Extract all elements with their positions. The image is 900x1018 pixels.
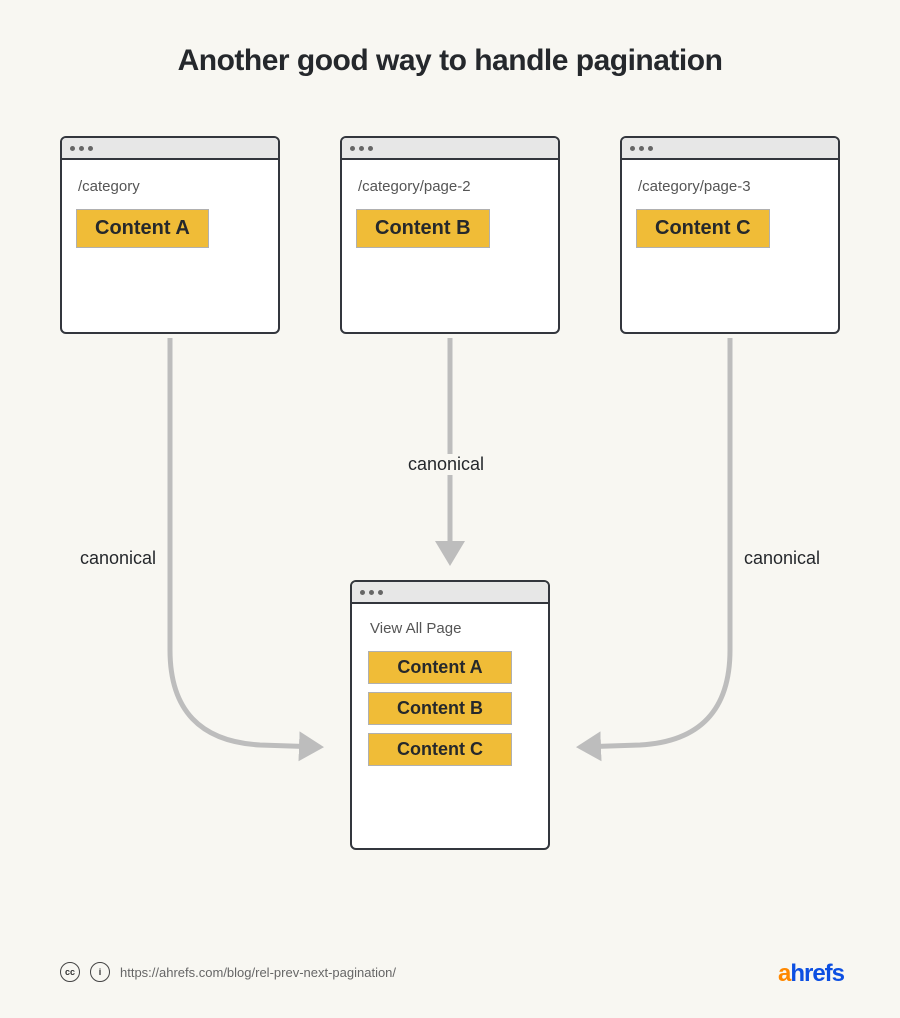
view-all-window: View All Page Content A Content B Conten… [350,580,550,850]
content-chip-a: Content A [76,209,209,248]
view-all-chip-b: Content B [368,692,512,725]
window-control-dot [639,146,644,151]
page-url-3: /category/page-3 [638,178,824,195]
page-window-3: /category/page-3 Content C [620,136,840,334]
window-control-dot [378,590,383,595]
window-titlebar [352,582,548,604]
window-body: /category/page-2 Content B [342,160,558,332]
window-control-dot [350,146,355,151]
window-control-dot [648,146,653,151]
window-control-dot [360,590,365,595]
window-body: /category/page-3 Content C [622,160,838,332]
page-url-2: /category/page-2 [358,178,544,195]
source-url: https://ahrefs.com/blog/rel-prev-next-pa… [120,965,396,980]
window-titlebar [622,138,838,160]
window-control-dot [88,146,93,151]
page-window-1: /category Content A [60,136,280,334]
canonical-label-left: canonical [76,548,160,569]
canonical-label-right: canonical [740,548,824,569]
attribution-icon: i [90,962,110,982]
ahrefs-logo: ahrefs [778,960,844,988]
footer: cc i https://ahrefs.com/blog/rel-prev-ne… [60,962,396,982]
view-all-chip-c: Content C [368,733,512,766]
content-chip-b: Content B [356,209,490,248]
page-window-2: /category/page-2 Content B [340,136,560,334]
window-control-dot [630,146,635,151]
diagram-canvas: Another good way to handle pagination /c… [0,0,900,1018]
view-all-chip-a: Content A [368,651,512,684]
window-body: /category Content A [62,160,278,332]
cc-icon: cc [60,962,80,982]
window-titlebar [342,138,558,160]
window-control-dot [368,146,373,151]
canonical-label-middle: canonical [404,454,488,475]
page-url-1: /category [78,178,264,195]
window-body: View All Page Content A Content B Conten… [352,604,548,848]
window-titlebar [62,138,278,160]
window-control-dot [369,590,374,595]
content-chip-c: Content C [636,209,770,248]
brand-letter-a: a [778,960,790,987]
window-control-dot [79,146,84,151]
diagram-title: Another good way to handle pagination [0,44,900,78]
window-control-dot [70,146,75,151]
view-all-title: View All Page [370,620,532,637]
window-control-dot [359,146,364,151]
brand-rest: hrefs [790,960,844,987]
